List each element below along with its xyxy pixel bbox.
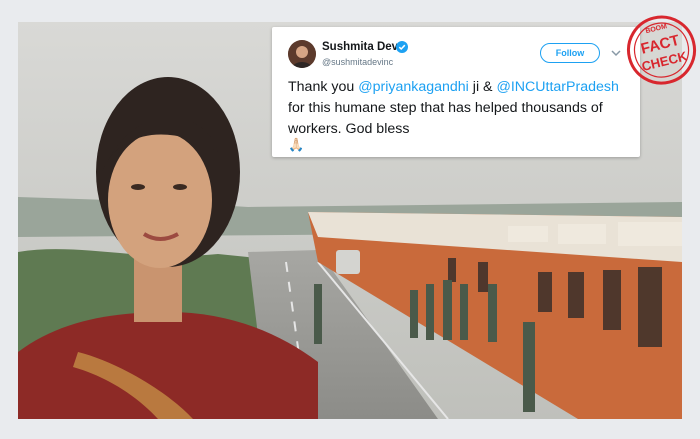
- author-name[interactable]: Sushmita Dev: [322, 41, 398, 53]
- stamp-brand: BOOM: [645, 23, 668, 35]
- follow-button[interactable]: Follow: [540, 43, 600, 63]
- author-handle[interactable]: @sushmitadevinc: [322, 57, 393, 67]
- mention-incuttarpradesh[interactable]: @INCUttarPradesh: [496, 79, 618, 95]
- tweet-text-part2: ji &: [468, 79, 497, 95]
- fact-check-stamp: BOOM FACT CHECK: [627, 15, 697, 85]
- tweet-text: Thank you @priyankagandhi ji & @INCUttar…: [288, 77, 632, 140]
- mention-priyankagandhi[interactable]: @priyankagandhi: [358, 79, 469, 95]
- chevron-down-icon[interactable]: [610, 47, 622, 59]
- verified-icon: [396, 41, 408, 53]
- tweet-text-part3: for this humane step that has helped tho…: [288, 100, 603, 137]
- white-car: [336, 250, 360, 274]
- folded-hands-emoji: 🙏🏻: [288, 137, 305, 152]
- tweet-card: Sushmita Dev @sushmitadevinc Follow Than…: [272, 27, 640, 157]
- avatar[interactable]: [288, 40, 316, 68]
- tweet-text-part1: Thank you: [288, 79, 359, 95]
